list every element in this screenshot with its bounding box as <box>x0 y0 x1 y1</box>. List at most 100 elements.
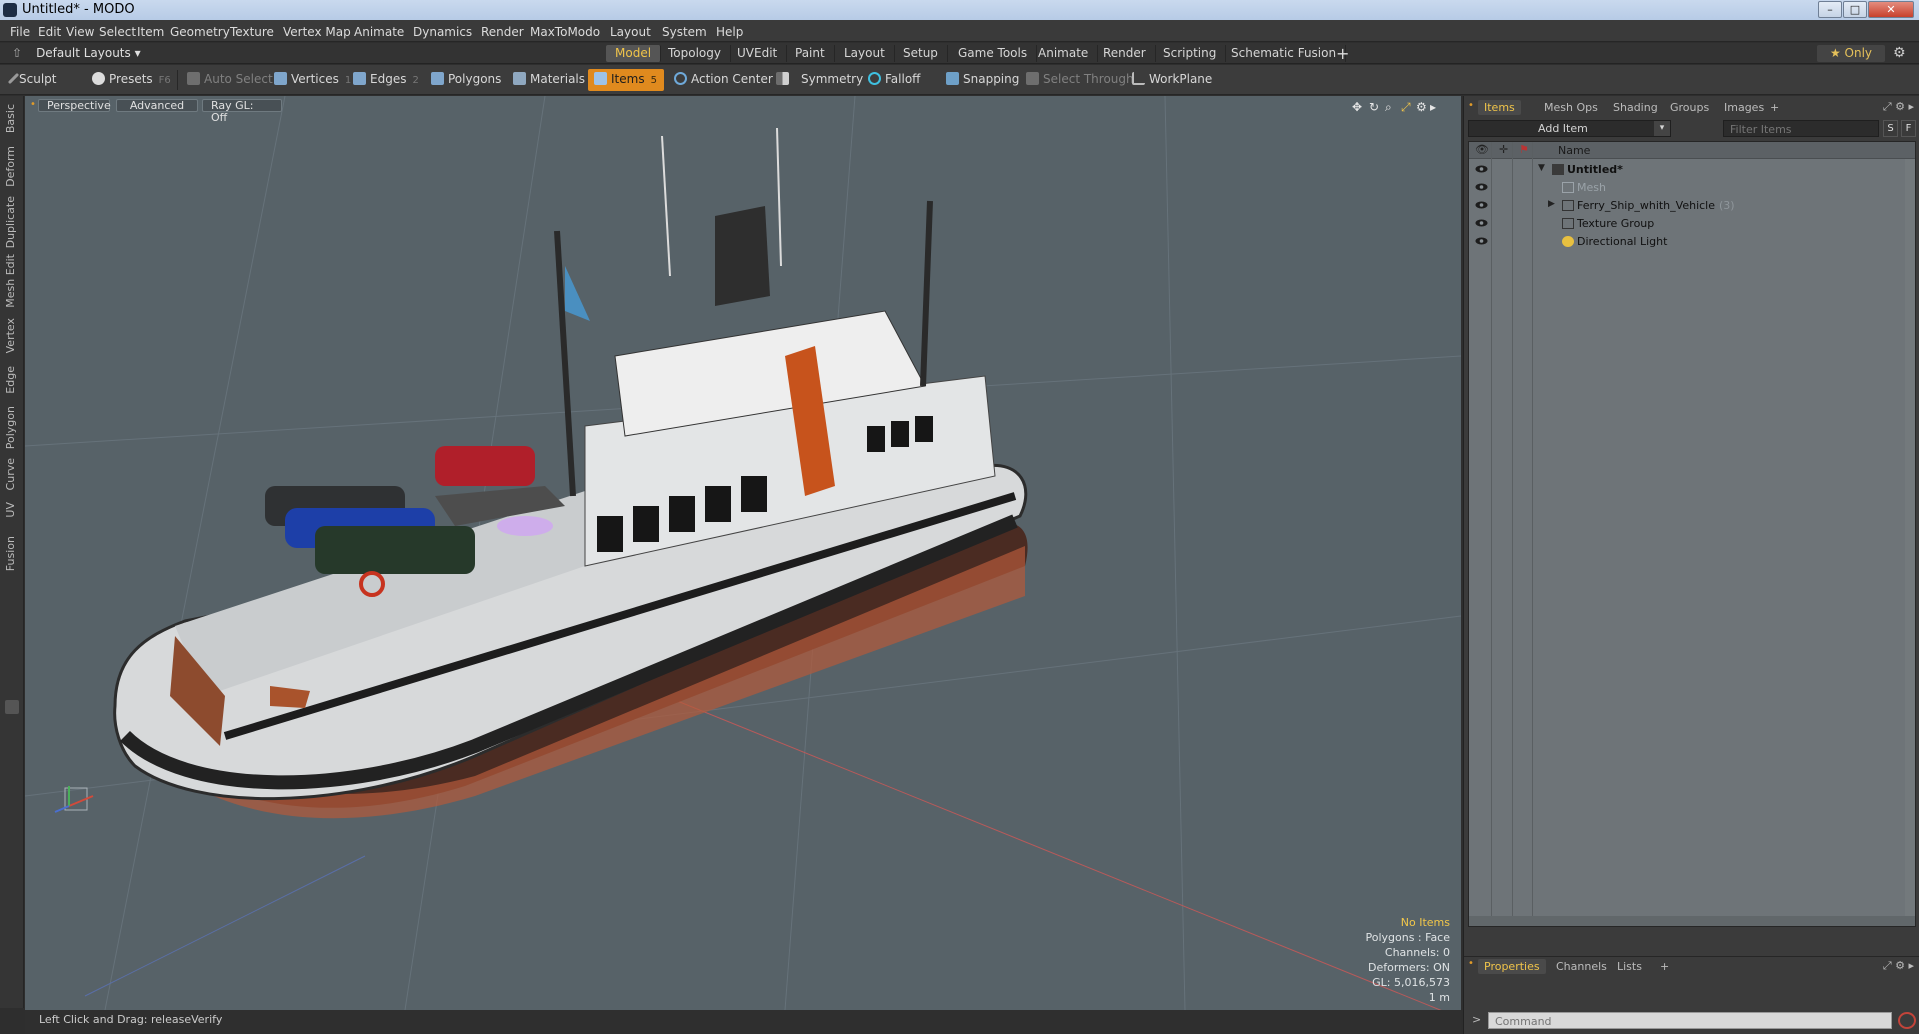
menu-geometry[interactable]: Geometry <box>170 25 230 39</box>
rail-tab-basic[interactable]: Basic <box>4 104 17 133</box>
rail-tab-vertex[interactable]: Vertex <box>4 318 17 353</box>
tab-setup[interactable]: Setup <box>894 45 948 62</box>
sculpt-button[interactable]: Sculpt <box>6 69 62 91</box>
rail-collapse-handle[interactable] <box>5 700 19 714</box>
gear-icon[interactable]: ⚙ <box>1893 45 1906 61</box>
tree-vertical-scrollbar[interactable] <box>1905 159 1915 916</box>
filter-f-button[interactable]: F <box>1901 120 1916 137</box>
viewport-menu-icon[interactable]: ▸ <box>1430 100 1436 114</box>
items-button[interactable]: Items 5 <box>588 69 664 91</box>
viewport-settings-icon[interactable]: ⚙ <box>1416 100 1427 114</box>
rail-tab-duplicate[interactable]: Duplicate <box>4 196 17 248</box>
props-tools-icons[interactable]: ⤢ ⚙ ▸ <box>1883 959 1914 973</box>
viewport-3d[interactable]: • Perspective Advanced Ray GL: Off ✥ ↻ ⌕… <box>25 96 1461 1010</box>
rail-tab-curve[interactable]: Curve <box>4 458 17 490</box>
visibility-column-icon[interactable]: 👁 <box>1475 143 1489 156</box>
props-menu-dot[interactable]: • <box>1468 958 1474 969</box>
symmetry-button[interactable]: Symmetry <box>770 69 869 91</box>
maximize-view-icon[interactable]: ⤢ <box>1401 100 1411 115</box>
menu-select[interactable]: Select <box>99 25 136 39</box>
tab-layout[interactable]: Layout <box>835 45 895 62</box>
menu-animate[interactable]: Animate <box>354 25 404 39</box>
menu-vertex-map[interactable]: Vertex Map <box>283 25 351 39</box>
tree-row-ferry[interactable]: ▶ Ferry_Ship_whith_Vehicle (3) <box>1469 197 1915 215</box>
menu-help[interactable]: Help <box>716 25 743 39</box>
tab-paint[interactable]: Paint <box>786 45 835 62</box>
eye-icon[interactable] <box>1475 235 1488 247</box>
command-input[interactable] <box>1488 1012 1892 1029</box>
add-tab-icon[interactable]: + <box>1336 44 1349 63</box>
tab-images[interactable]: Images <box>1718 100 1770 115</box>
add-item-button[interactable]: Add Item ▾ <box>1468 120 1671 137</box>
only-button[interactable]: ★ Only <box>1817 45 1885 62</box>
falloff-button[interactable]: Falloff <box>862 69 926 91</box>
rail-tab-fusion[interactable]: Fusion <box>4 536 17 571</box>
menu-layout[interactable]: Layout <box>610 25 651 39</box>
tree-row-mesh[interactable]: Mesh <box>1469 179 1915 197</box>
menu-texture[interactable]: Texture <box>230 25 274 39</box>
menu-maxtomodo[interactable]: MaxToModo <box>530 25 600 39</box>
tree-horizontal-scrollbar[interactable] <box>1469 916 1915 926</box>
panel-menu-dot[interactable]: • <box>1468 100 1474 111</box>
menu-system[interactable]: System <box>662 25 707 39</box>
vertices-button[interactable]: Vertices 1 <box>268 69 357 91</box>
tab-shading[interactable]: Shading <box>1607 100 1664 115</box>
tree-row-texture-group[interactable]: Texture Group <box>1469 215 1915 233</box>
polygons-button[interactable]: Polygons <box>425 69 507 91</box>
rail-tab-uv[interactable]: UV <box>4 502 17 518</box>
command-stop-icon[interactable] <box>1898 1012 1916 1029</box>
layouts-dropdown[interactable]: ⇧ Default Layouts ▾ <box>12 46 141 60</box>
edges-button[interactable]: Edges 2 <box>347 69 425 91</box>
menu-render[interactable]: Render <box>481 25 524 39</box>
presets-button[interactable]: Presets F6 <box>86 69 177 91</box>
rail-tab-polygon[interactable]: Polygon <box>4 406 17 449</box>
tab-scripting[interactable]: Scripting <box>1154 45 1227 62</box>
minimize-button[interactable]: – <box>1818 1 1842 18</box>
tab-lists[interactable]: Lists <box>1611 959 1648 974</box>
tab-groups[interactable]: Groups <box>1664 100 1715 115</box>
eye-icon[interactable] <box>1475 199 1488 211</box>
rail-tab-edge[interactable]: Edge <box>4 366 17 394</box>
tree-row-untitled[interactable]: ▼ Untitled* <box>1469 161 1915 179</box>
tab-uvedit[interactable]: UVEdit <box>728 45 788 62</box>
rail-tab-deform[interactable]: Deform <box>4 146 17 187</box>
rotate-view-icon[interactable]: ↻ <box>1369 100 1379 114</box>
move-view-icon[interactable]: ✥ <box>1352 100 1362 114</box>
tree-row-directional-light[interactable]: Directional Light <box>1469 233 1915 251</box>
tab-mesh-ops[interactable]: Mesh Ops <box>1538 100 1604 115</box>
viewport-menu-dot[interactable]: • <box>30 99 36 110</box>
chevron-down-icon[interactable]: ▾ <box>1654 121 1670 136</box>
pin-column-icon[interactable]: ⚑ <box>1519 143 1529 156</box>
tab-game-tools[interactable]: Game Tools <box>949 45 1038 62</box>
panel-tools-icons[interactable]: ⤢ ⚙ ▸ <box>1883 100 1914 114</box>
eye-icon[interactable] <box>1475 181 1488 193</box>
zoom-view-icon[interactable]: ⌕ <box>1385 100 1392 115</box>
add-props-tab-icon[interactable]: + <box>1654 959 1675 974</box>
filter-items-input[interactable] <box>1723 120 1879 137</box>
expand-arrow-icon[interactable]: ▶ <box>1548 199 1555 209</box>
auto-select-button[interactable]: Auto Select <box>181 69 279 91</box>
filter-s-button[interactable]: S <box>1883 120 1898 137</box>
select-through-button[interactable]: Select Through <box>1020 69 1140 91</box>
menu-edit[interactable]: Edit <box>38 25 61 39</box>
menu-file[interactable]: File <box>10 25 30 39</box>
tab-model[interactable]: Model <box>606 45 662 62</box>
view-mode-dropdown[interactable]: Perspective <box>38 99 111 112</box>
tab-animate[interactable]: Animate <box>1029 45 1099 62</box>
tab-channels[interactable]: Channels <box>1550 959 1613 974</box>
menu-dynamics[interactable]: Dynamics <box>413 25 472 39</box>
lock-column-icon[interactable]: ✛ <box>1499 143 1508 156</box>
menu-item[interactable]: Item <box>137 25 164 39</box>
tab-properties[interactable]: Properties <box>1478 959 1546 974</box>
tab-render[interactable]: Render <box>1094 45 1156 62</box>
workplane-button[interactable]: WorkPlane <box>1126 69 1218 91</box>
shading-dropdown[interactable]: Advanced <box>116 99 198 112</box>
layout-up-icon[interactable]: ⇧ <box>12 46 22 60</box>
tab-schematic-fusion[interactable]: Schematic Fusion <box>1222 45 1347 62</box>
raygl-dropdown[interactable]: Ray GL: Off <box>202 99 282 124</box>
tab-items[interactable]: Items <box>1478 100 1521 115</box>
snapping-button[interactable]: Snapping <box>940 69 1025 91</box>
collapse-arrow-icon[interactable]: ▼ <box>1538 163 1545 173</box>
tab-topology[interactable]: Topology <box>659 45 731 62</box>
materials-button[interactable]: Materials <box>507 69 591 91</box>
